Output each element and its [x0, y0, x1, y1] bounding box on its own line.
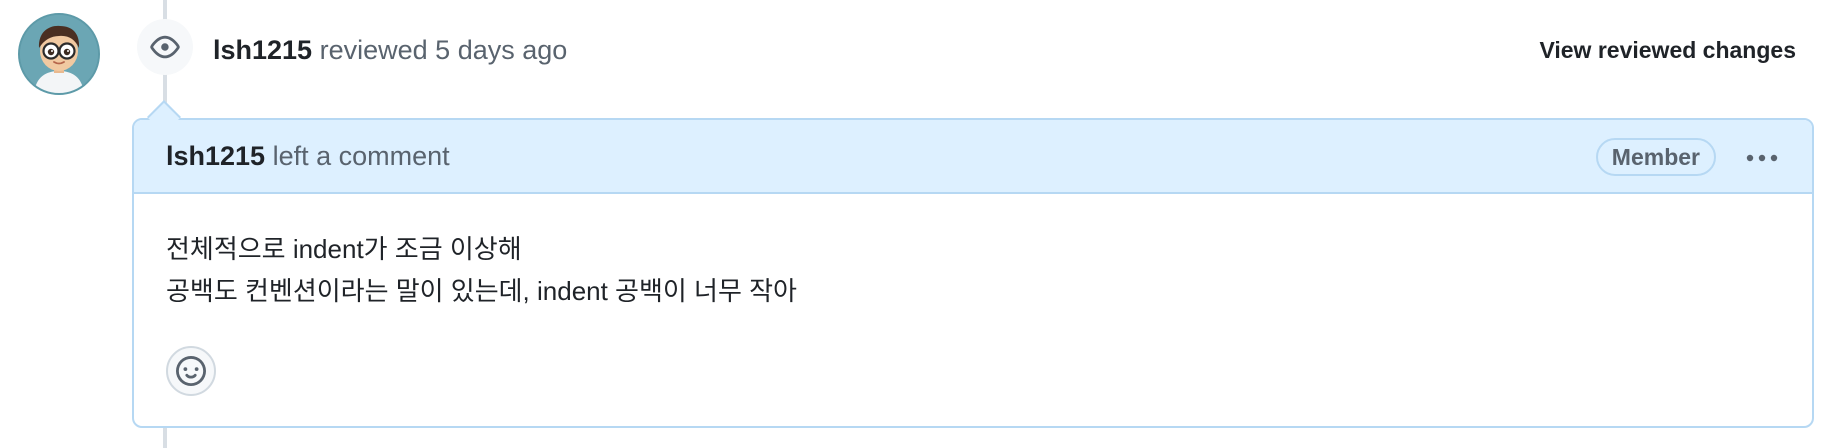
- comment-header: lsh1215 left a comment Member: [134, 120, 1812, 194]
- review-comment-box: lsh1215 left a comment Member 전체적으로 inde…: [132, 118, 1814, 428]
- avatar[interactable]: [18, 13, 100, 95]
- comment-body-line: 전체적으로 indent가 조금 이상해: [166, 234, 522, 264]
- comment-action-text: left a comment: [272, 141, 450, 171]
- view-reviewed-changes-link[interactable]: View reviewed changes: [1539, 35, 1796, 65]
- review-timestamp[interactable]: 5 days ago: [435, 35, 567, 65]
- eye-icon: [137, 19, 193, 75]
- kebab-horizontal-icon: [1746, 154, 1778, 162]
- comment-body-line: 공백도 컨벤션이라는 말이 있는데, indent 공백이 너무 작아: [166, 276, 797, 306]
- avatar-image: [20, 15, 98, 93]
- comment-author-link[interactable]: lsh1215: [166, 141, 265, 171]
- review-event-header: lsh1215 reviewed 5 days ago: [213, 33, 567, 67]
- smiley-icon: [176, 356, 206, 386]
- member-role-badge: Member: [1595, 138, 1716, 176]
- review-author-link[interactable]: lsh1215: [213, 35, 312, 65]
- comment-options-button[interactable]: [1740, 140, 1784, 176]
- comment-body: 전체적으로 indent가 조금 이상해 공백도 컨벤션이라는 말이 있는데, …: [166, 228, 797, 312]
- add-reaction-button[interactable]: [166, 346, 216, 396]
- review-action-text: reviewed: [319, 35, 428, 65]
